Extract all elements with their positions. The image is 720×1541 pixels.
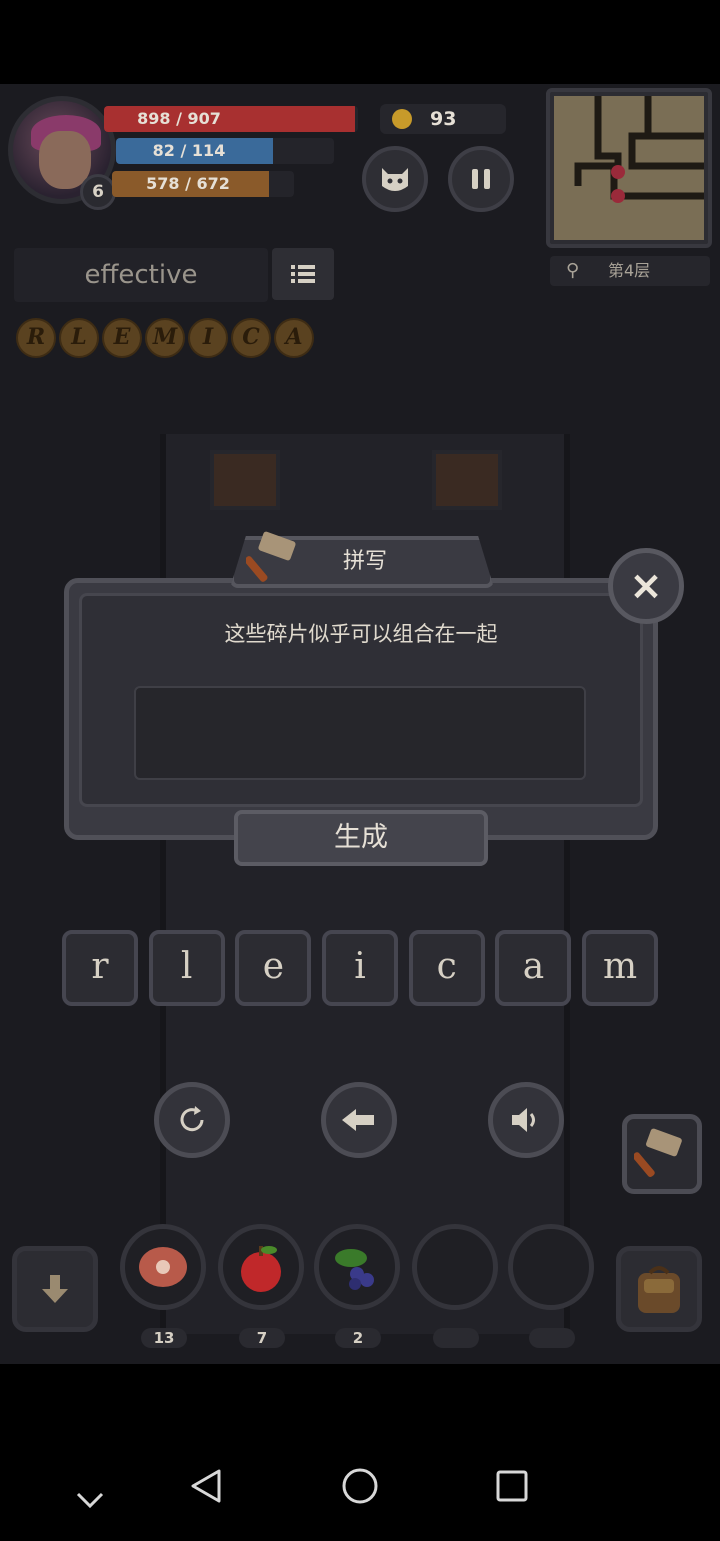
- target-word: effective: [84, 260, 198, 290]
- meat-count: 13: [141, 1328, 187, 1348]
- xp-bar: 578 / 672: [112, 171, 294, 197]
- empty-slot-count: [529, 1328, 575, 1348]
- inventory-slot-empty[interactable]: [412, 1224, 498, 1310]
- floor-indicator[interactable]: ⚲ 第4层: [550, 256, 710, 286]
- spell-answer-input[interactable]: [134, 686, 586, 780]
- apple-icon: [241, 1246, 281, 1292]
- hp-text: 898 / 907: [137, 109, 221, 128]
- pronounce-button[interactable]: [488, 1082, 564, 1158]
- letter-keys: rleicam: [62, 930, 669, 1006]
- minimap-paper: [554, 96, 704, 240]
- letter-fragments: RLEMICA: [16, 318, 317, 358]
- generate-button[interactable]: 生成: [234, 810, 488, 866]
- floor-tile: [432, 450, 502, 510]
- system-nav-bar: [0, 1364, 720, 1541]
- arrow-down-icon: [42, 1275, 68, 1303]
- back-triangle-icon: [191, 1469, 221, 1503]
- gold-coin-icon: [392, 109, 412, 129]
- letter-key[interactable]: l: [148, 930, 225, 1006]
- hp-bar: 898 / 907: [104, 106, 358, 132]
- empty-slot-count: [433, 1328, 479, 1348]
- floor-tile: [210, 450, 280, 510]
- nav-recents-button[interactable]: [482, 1456, 542, 1516]
- home-circle-icon: [342, 1468, 378, 1504]
- hammer-icon: [634, 1128, 682, 1177]
- nav-home-button[interactable]: [330, 1456, 390, 1516]
- xp-text: 578 / 672: [146, 174, 230, 193]
- drop-down-button[interactable]: [12, 1246, 98, 1332]
- player-level-badge: 6: [80, 174, 116, 210]
- hammer-tool-button[interactable]: [622, 1114, 702, 1194]
- word-list-button[interactable]: [272, 248, 334, 300]
- close-dialog-button[interactable]: ×: [608, 548, 684, 624]
- letter-fragment: E: [102, 318, 142, 358]
- letter-fragment: I: [188, 318, 228, 358]
- letter-fragment: L: [59, 318, 99, 358]
- letter-key[interactable]: r: [62, 930, 138, 1006]
- berries-count: 2: [335, 1328, 381, 1348]
- inventory-slot-berries[interactable]: [314, 1224, 400, 1310]
- list-icon: [291, 265, 315, 283]
- berries-icon: [335, 1249, 374, 1290]
- letter-fragment: M: [145, 318, 185, 358]
- letter-key[interactable]: i: [322, 930, 399, 1006]
- backspace-button[interactable]: [321, 1082, 397, 1158]
- inventory-slot-empty[interactable]: [508, 1224, 594, 1310]
- mp-bar: 82 / 114: [116, 138, 334, 164]
- magnifier-icon: ⚲: [566, 260, 580, 281]
- meat-icon: [139, 1247, 187, 1287]
- letter-key[interactable]: c: [408, 930, 485, 1006]
- backpack-icon: [638, 1266, 680, 1313]
- floor-label: 第4层: [608, 261, 651, 280]
- minimap-layout-icon: [574, 96, 704, 203]
- dialog-message: 这些碎片似乎可以组合在一起: [224, 622, 498, 646]
- nav-collapse-button[interactable]: [60, 1470, 120, 1530]
- apple-count: 7: [239, 1328, 285, 1348]
- game-screen: 6 898 / 907 82 / 114 578 / 672 93 ⚲ 第4层 …: [0, 84, 720, 1364]
- letter-key[interactable]: m: [582, 930, 659, 1006]
- chevron-down-icon: [76, 1492, 104, 1509]
- nav-back-button[interactable]: [176, 1456, 236, 1516]
- letter-fragment: C: [231, 318, 271, 358]
- letter-fragment: A: [274, 318, 314, 358]
- letter-fragment: R: [16, 318, 56, 358]
- reset-button[interactable]: [154, 1082, 230, 1158]
- hammer-icon: [246, 531, 296, 582]
- mp-text: 82 / 114: [152, 141, 226, 160]
- inventory-slot-apple[interactable]: [218, 1224, 304, 1310]
- letter-key[interactable]: e: [235, 930, 312, 1006]
- pet-button[interactable]: [362, 146, 428, 212]
- letter-key[interactable]: a: [495, 930, 572, 1006]
- pet-face-icon: [382, 168, 408, 191]
- backpack-button[interactable]: [616, 1246, 702, 1332]
- minimap[interactable]: [546, 88, 712, 248]
- inventory-slot-meat[interactable]: [120, 1224, 206, 1310]
- target-word-box: effective: [14, 248, 268, 302]
- gold-value: 93: [430, 108, 457, 130]
- pause-icon: [472, 169, 490, 189]
- arrow-left-icon: [342, 1109, 374, 1131]
- refresh-icon: [180, 1106, 204, 1132]
- pause-button[interactable]: [448, 146, 514, 212]
- recents-square-icon: [496, 1470, 528, 1502]
- gold-counter: 93: [380, 104, 506, 134]
- speaker-icon: [512, 1108, 535, 1132]
